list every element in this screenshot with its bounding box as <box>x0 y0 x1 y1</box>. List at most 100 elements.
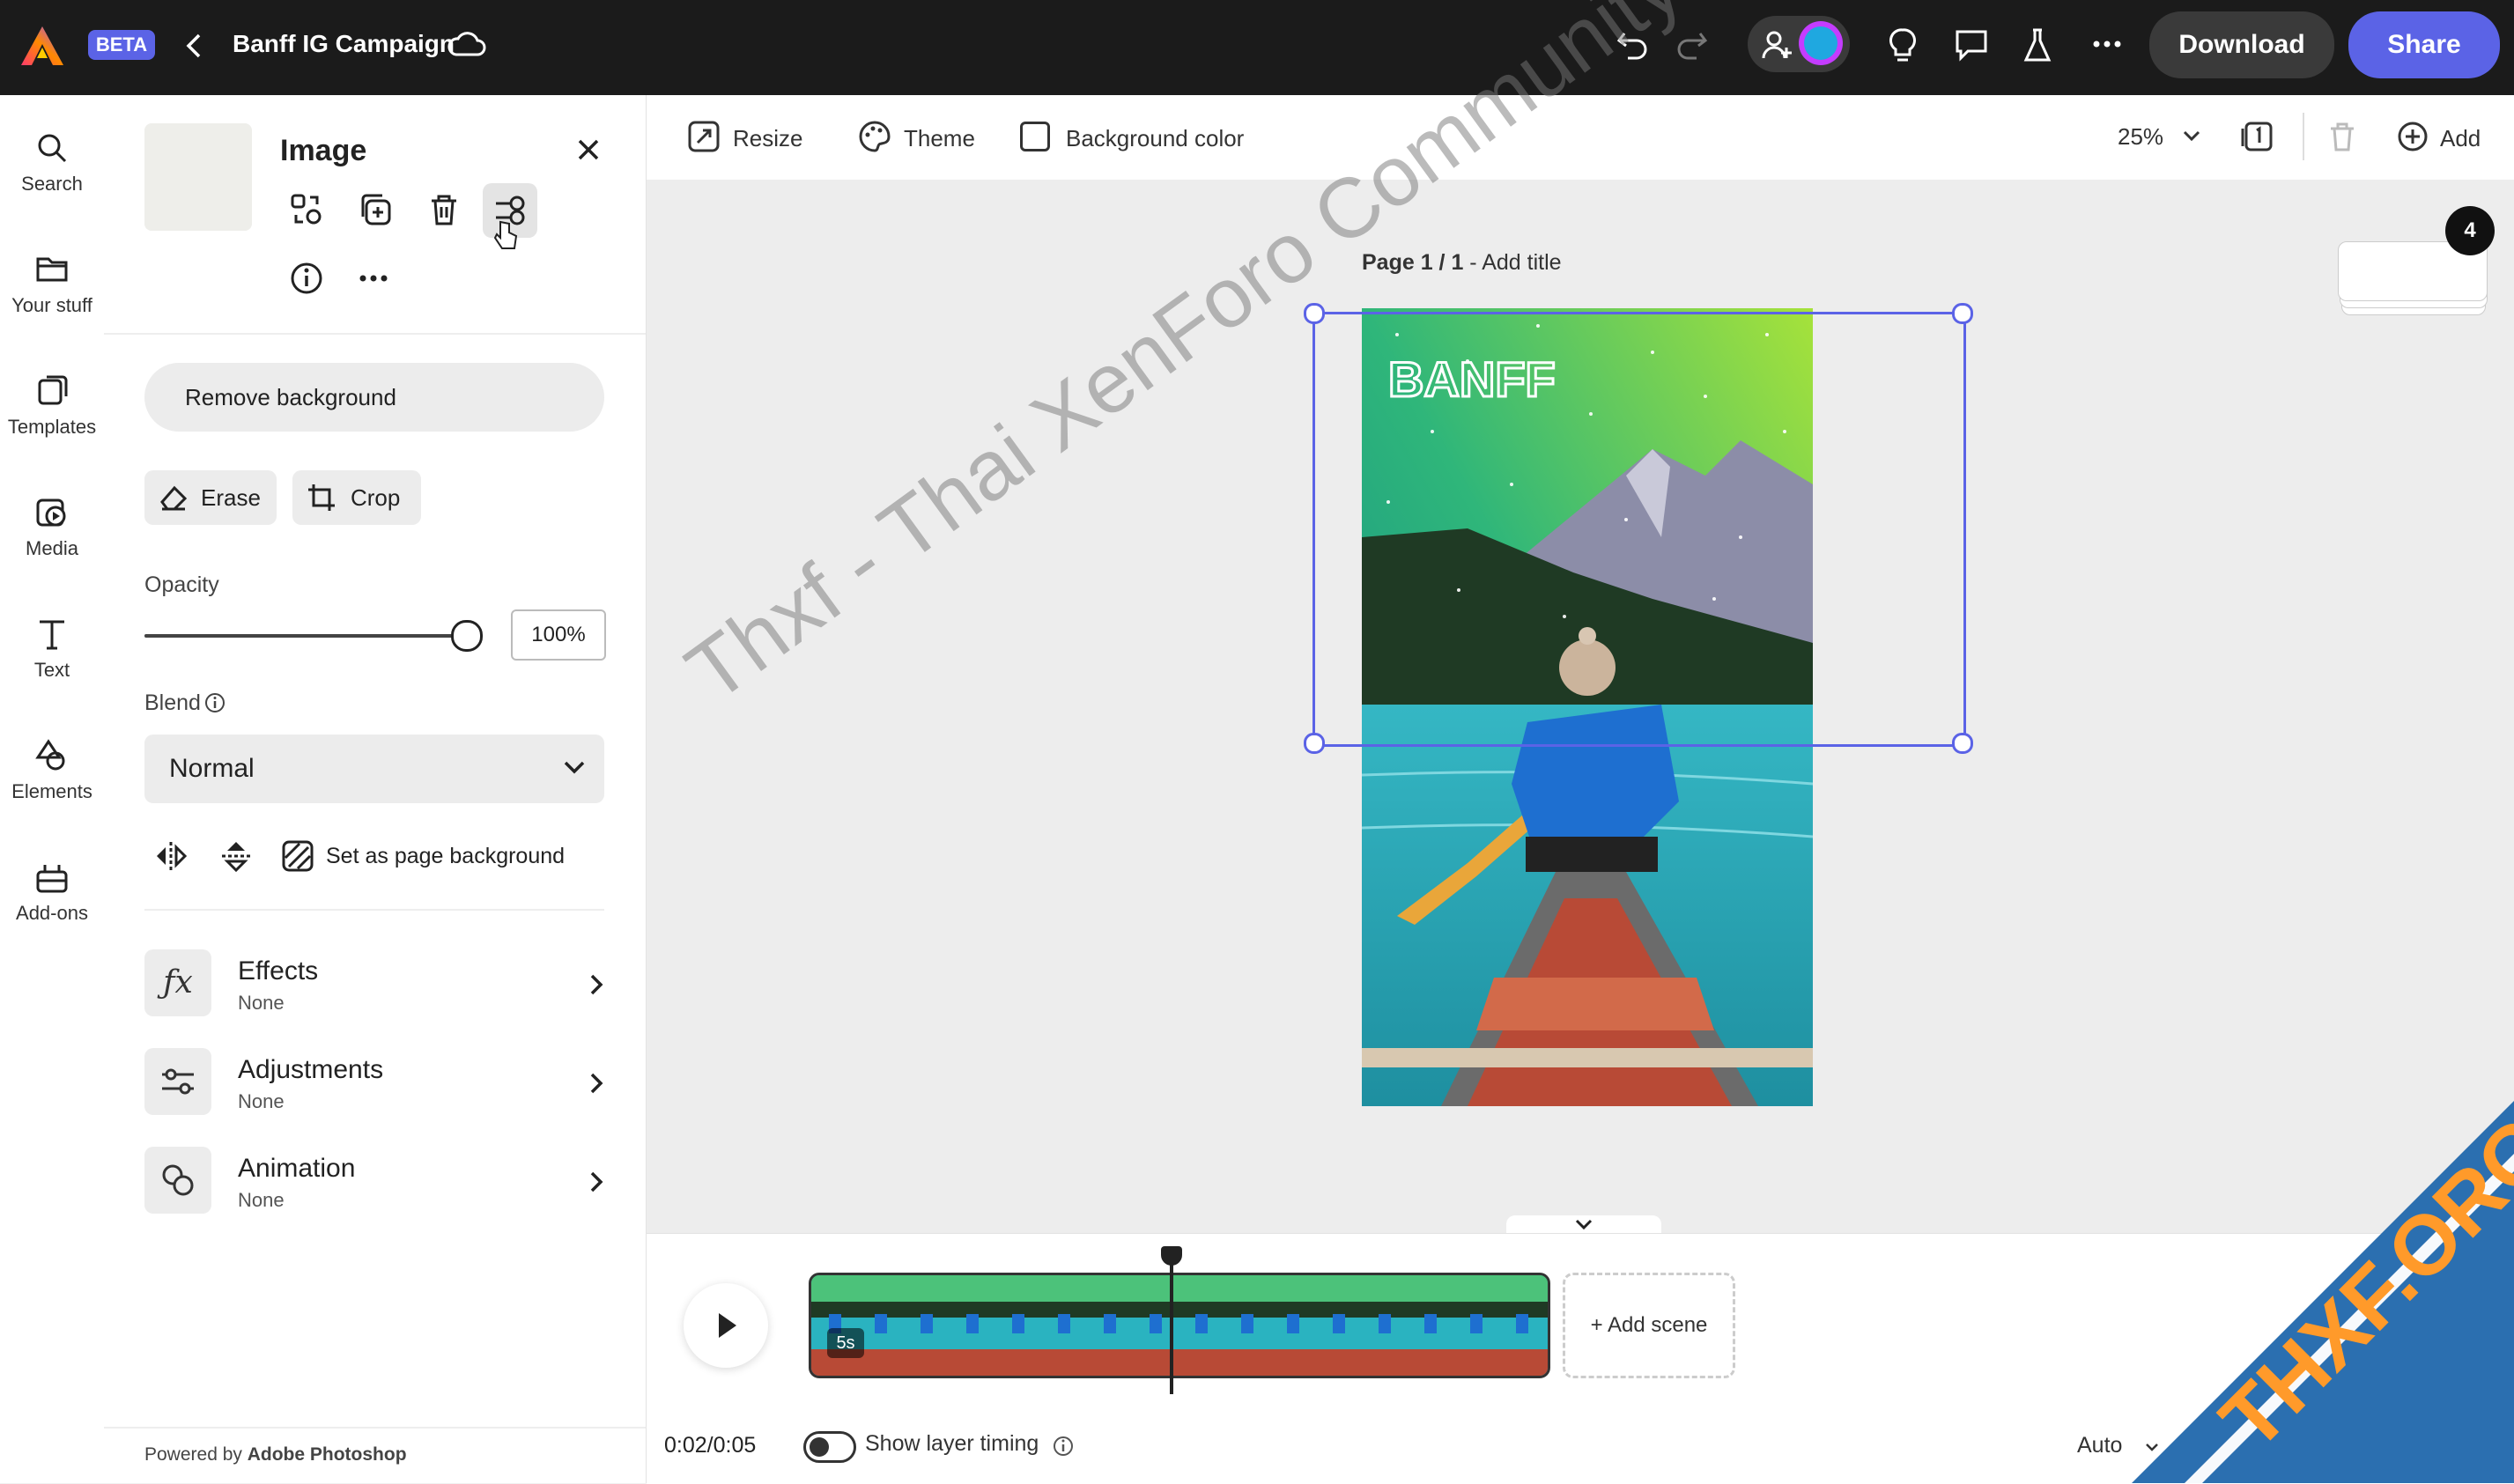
close-icon[interactable] <box>574 136 603 164</box>
play-button[interactable] <box>684 1283 768 1368</box>
delete-page-icon[interactable] <box>2325 120 2359 153</box>
plus-circle-icon <box>2396 120 2429 153</box>
rail-item-templates[interactable]: Templates <box>0 373 104 439</box>
more-options-icon[interactable] <box>2091 39 2123 49</box>
opacity-label: Opacity <box>144 572 219 597</box>
adobe-express-logo-icon[interactable] <box>19 25 65 67</box>
chevron-down-icon[interactable] <box>2144 1442 2160 1454</box>
opacity-slider-track[interactable] <box>144 634 465 638</box>
delete-icon[interactable] <box>426 192 462 227</box>
rail-item-elements[interactable]: Elements <box>0 738 104 803</box>
erase-button[interactable]: Erase <box>144 470 277 525</box>
rail-label: Elements <box>11 780 92 802</box>
invite-user-icon[interactable] <box>1760 28 1793 62</box>
color-swatch-icon <box>1020 122 1050 151</box>
effects-row[interactable]: ƒx Effects None <box>144 949 611 1020</box>
timeline-collapse-tab[interactable] <box>1506 1215 1661 1233</box>
add-scene-button[interactable]: + Add scene <box>1563 1273 1735 1378</box>
show-layer-timing-label: Show layer timing <box>865 1431 1039 1456</box>
rail-item-your-stuff[interactable]: Your stuff <box>0 252 104 317</box>
flip-vertical-icon[interactable] <box>218 838 254 874</box>
powered-by-note: Powered by Adobe Photoshop <box>144 1444 407 1466</box>
info-icon[interactable] <box>1052 1435 1075 1458</box>
flip-horizontal-icon[interactable] <box>153 838 189 874</box>
page-title-input[interactable]: Add title <box>1482 250 1561 275</box>
blend-mode-select[interactable]: Normal <box>144 735 604 803</box>
crop-button[interactable]: Crop <box>292 470 421 525</box>
background-color-label: Background color <box>1066 125 1245 151</box>
top-bar: BETA Banff IG Campaign Download Share <box>0 0 2514 95</box>
resize-handle-bottom-right[interactable] <box>1952 733 1973 754</box>
back-chevron-icon[interactable] <box>183 32 204 60</box>
left-rail: Search Your stuff Templates Media Text E… <box>0 95 105 1483</box>
chevron-down-icon[interactable] <box>2181 129 2202 144</box>
share-button[interactable]: Share <box>2348 11 2500 78</box>
text-icon <box>34 616 70 652</box>
blend-mode-value: Normal <box>169 754 255 783</box>
folder-icon <box>34 252 70 287</box>
selection-box[interactable] <box>1312 312 1966 747</box>
eraser-icon <box>159 483 189 513</box>
chevron-down-icon <box>1573 1219 1594 1233</box>
page-overview-icon[interactable] <box>2241 120 2274 153</box>
duplicate-icon[interactable] <box>358 192 393 227</box>
opacity-slider-handle[interactable] <box>451 620 483 652</box>
collaborators-group[interactable] <box>1748 16 1850 72</box>
divider <box>104 333 646 335</box>
animation-value: None <box>238 1189 285 1211</box>
time-total: /0:05 <box>706 1433 757 1458</box>
resize-handle-bottom-left[interactable] <box>1304 733 1325 754</box>
rail-label: Search <box>21 173 83 195</box>
image-thumbnail <box>144 123 252 231</box>
resize-handle-top-left[interactable] <box>1304 303 1325 324</box>
panel-title: Image <box>280 134 367 167</box>
info-icon[interactable] <box>289 261 324 296</box>
animation-title: Animation <box>238 1154 356 1183</box>
playhead-handle[interactable] <box>1161 1246 1182 1266</box>
time-current: 0:02 <box>664 1433 707 1458</box>
avatar[interactable] <box>1799 21 1843 65</box>
erase-label: Erase <box>201 484 261 511</box>
divider <box>104 1427 646 1429</box>
page-count-badge: 4 <box>2445 206 2495 255</box>
crop-icon <box>307 483 336 513</box>
flask-icon[interactable] <box>2022 26 2052 63</box>
scene-clip[interactable]: 5s <box>809 1273 1550 1378</box>
set-page-background-button[interactable]: Set as page background <box>326 844 565 869</box>
rail-label: Your stuff <box>11 294 92 316</box>
animation-row[interactable]: Animation None <box>144 1147 611 1217</box>
info-icon[interactable] <box>204 692 226 713</box>
cursor-icon <box>493 218 520 252</box>
opacity-value-field[interactable]: 100% <box>511 609 606 661</box>
undo-icon[interactable] <box>1616 26 1651 62</box>
redo-icon[interactable] <box>1674 26 1709 62</box>
powered-by-prefix: Powered by <box>144 1444 248 1465</box>
adjustments-icon <box>144 1048 211 1115</box>
rail-item-text[interactable]: Text <box>0 616 104 682</box>
theme-label: Theme <box>904 125 975 151</box>
more-options-icon[interactable] <box>358 273 389 284</box>
timeline-zoom-label[interactable]: Auto <box>2077 1433 2122 1458</box>
playhead[interactable] <box>1170 1251 1173 1394</box>
project-title[interactable]: Banff IG Campaign <box>233 30 455 58</box>
templates-icon <box>34 373 70 409</box>
replace-image-icon[interactable] <box>289 192 324 227</box>
adjustments-row[interactable]: Adjustments None <box>144 1048 611 1119</box>
elements-icon <box>34 738 70 773</box>
page-background-icon[interactable] <box>280 838 315 874</box>
download-button[interactable]: Download <box>2149 11 2334 78</box>
resize-handle-top-right[interactable] <box>1952 303 1973 324</box>
lightbulb-icon[interactable] <box>1887 26 1919 63</box>
animation-icon <box>144 1147 211 1214</box>
rail-item-search[interactable]: Search <box>0 130 104 196</box>
remove-background-button[interactable]: Remove background <box>144 363 604 432</box>
timeline-zoom-handle[interactable] <box>2299 1431 2329 1461</box>
remove-background-label: Remove background <box>185 384 396 410</box>
zoom-level[interactable]: 25% <box>2118 123 2163 151</box>
layer-timing-toggle[interactable] <box>803 1431 856 1463</box>
search-icon <box>34 130 70 166</box>
play-icon <box>715 1310 740 1341</box>
rail-item-media[interactable]: Media <box>0 495 104 560</box>
rail-item-add-ons[interactable]: Add-ons <box>0 860 104 925</box>
comment-icon[interactable] <box>1954 28 1989 62</box>
